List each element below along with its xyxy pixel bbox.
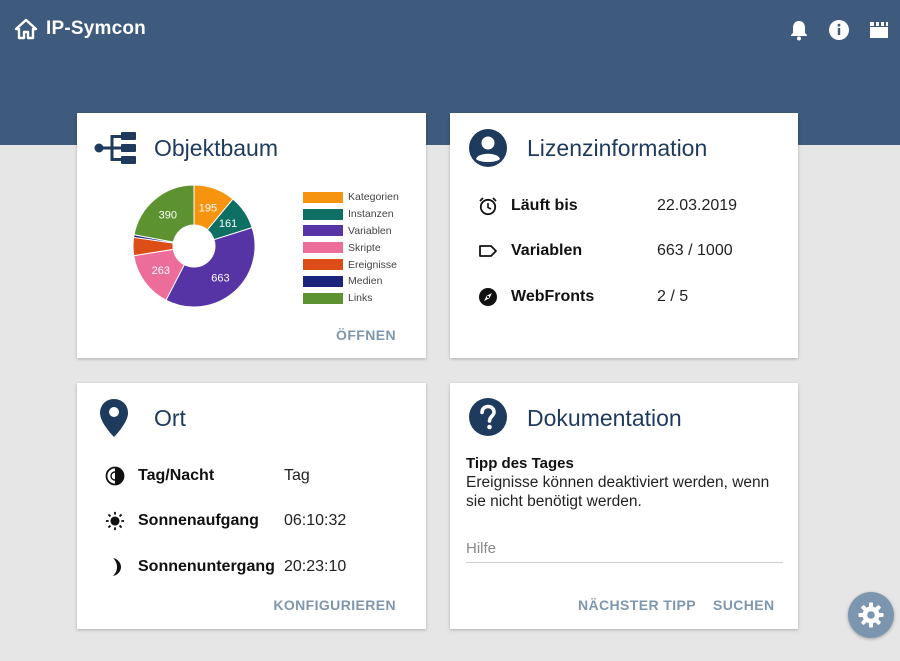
gear-icon [857,601,885,629]
row-value: 20:23:10 [284,558,347,575]
legend-label: Kategorien [348,191,399,204]
location-row-daynight: Tag/Nacht Tag [105,464,406,488]
legend-label: Variablen [348,224,392,237]
donut-label: 263 [152,265,170,277]
home-icon [14,18,38,40]
documentation-card: Dokumentation Tipp des Tages Ereignisse … [450,383,798,629]
map-marker-icon [99,398,129,443]
legend-item[interactable]: Skripte [303,239,399,256]
donut-chart: 195161 663 263 390 [132,184,256,308]
location-row-sunset: Sonnenuntergang 20:23:10 [105,555,406,579]
alarm-clock-icon [478,196,498,216]
objektbaum-title: Objektbaum [154,135,279,161]
help-circle-icon [468,397,508,442]
license-row-variables: Variablen 663 / 1000 [478,239,778,263]
location-title: Ort [154,405,186,431]
moon-icon [105,557,125,577]
row-value: 663 / 1000 [657,242,733,259]
legend-label: Skripte [348,241,381,254]
license-title: Lizenzinformation [527,135,708,161]
donut-label: 195 [199,202,217,214]
object-tree-icon [94,131,138,170]
help-search-input[interactable] [466,535,783,563]
license-row-webfronts: WebFronts 2 / 5 [478,285,778,309]
row-label: Sonnenuntergang [138,558,275,575]
row-value: 2 / 5 [657,288,689,305]
objektbaum-card: Objektbaum 195 161 663 263 390 Kategorien Ins… [77,113,426,358]
legend-item[interactable]: Medien [303,273,399,290]
row-label: Sonnenaufgang [138,512,259,529]
tip-title: Tipp des Tages [466,455,574,472]
location-card: Ort Tag/Nacht Tag Sonnenaufgang 06:10:32… [77,383,426,629]
legend-swatch [303,275,343,287]
legend-item[interactable]: Kategorien [303,189,399,206]
app-title: IP-Symcon [46,18,146,39]
label-tag-icon [478,241,498,261]
legend-swatch [303,259,343,271]
row-value: 06:10:32 [284,512,347,529]
chart-legend: Kategorien Instanzen Variablen Skripte Ereig… [303,189,399,307]
sun-icon [105,511,125,531]
legend-item[interactable]: Variablen [303,223,399,240]
donut-label: 390 [159,209,177,221]
row-label: Läuft bis [511,197,578,214]
header-actions [788,19,890,41]
brand[interactable]: IP-Symcon [14,18,146,40]
bell-icon[interactable] [788,19,810,41]
search-button[interactable]: SUCHEN [713,597,775,613]
license-card: Lizenzinformation Läuft bis 22.03.2019 V… [450,113,798,358]
documentation-title: Dokumentation [527,405,682,431]
row-label: WebFronts [511,288,595,305]
row-label: Tag/Nacht [138,467,215,484]
info-icon[interactable] [828,19,850,41]
legend-swatch [303,208,343,220]
day-night-icon [105,466,125,486]
legend-swatch [303,292,343,304]
tip-text: Ereignisse können deaktiviert werden, we… [466,474,770,510]
location-row-sunrise: Sonnenaufgang 06:10:32 [105,509,406,533]
donut-label: 161 [219,218,237,230]
account-circle-icon [468,128,508,173]
legend-item[interactable]: Links [303,290,399,307]
legend-swatch [303,225,343,237]
legend-label: Medien [348,275,383,288]
legend-item[interactable]: Ereignisse [303,256,399,273]
legend-item[interactable]: Instanzen [303,206,399,223]
row-value: 22.03.2019 [657,197,738,214]
legend-swatch [303,191,343,203]
row-value: Tag [284,467,310,484]
row-label: Variablen [511,242,583,259]
legend-label: Instanzen [348,208,394,221]
legend-label: Links [348,292,373,305]
configure-button[interactable]: KONFIGURIEREN [273,597,396,613]
open-button[interactable]: ÖFFNEN [336,327,396,343]
donut-label: 663 [211,272,229,284]
license-row-expiry: Läuft bis 22.03.2019 [478,194,778,218]
settings-fab[interactable] [848,592,894,638]
legend-label: Ereignisse [348,258,398,271]
legend-swatch [303,242,343,254]
compass-icon [478,287,498,307]
next-tip-button[interactable]: NÄCHSTER TIPP [578,597,696,613]
clapperboard-icon[interactable] [868,19,890,41]
